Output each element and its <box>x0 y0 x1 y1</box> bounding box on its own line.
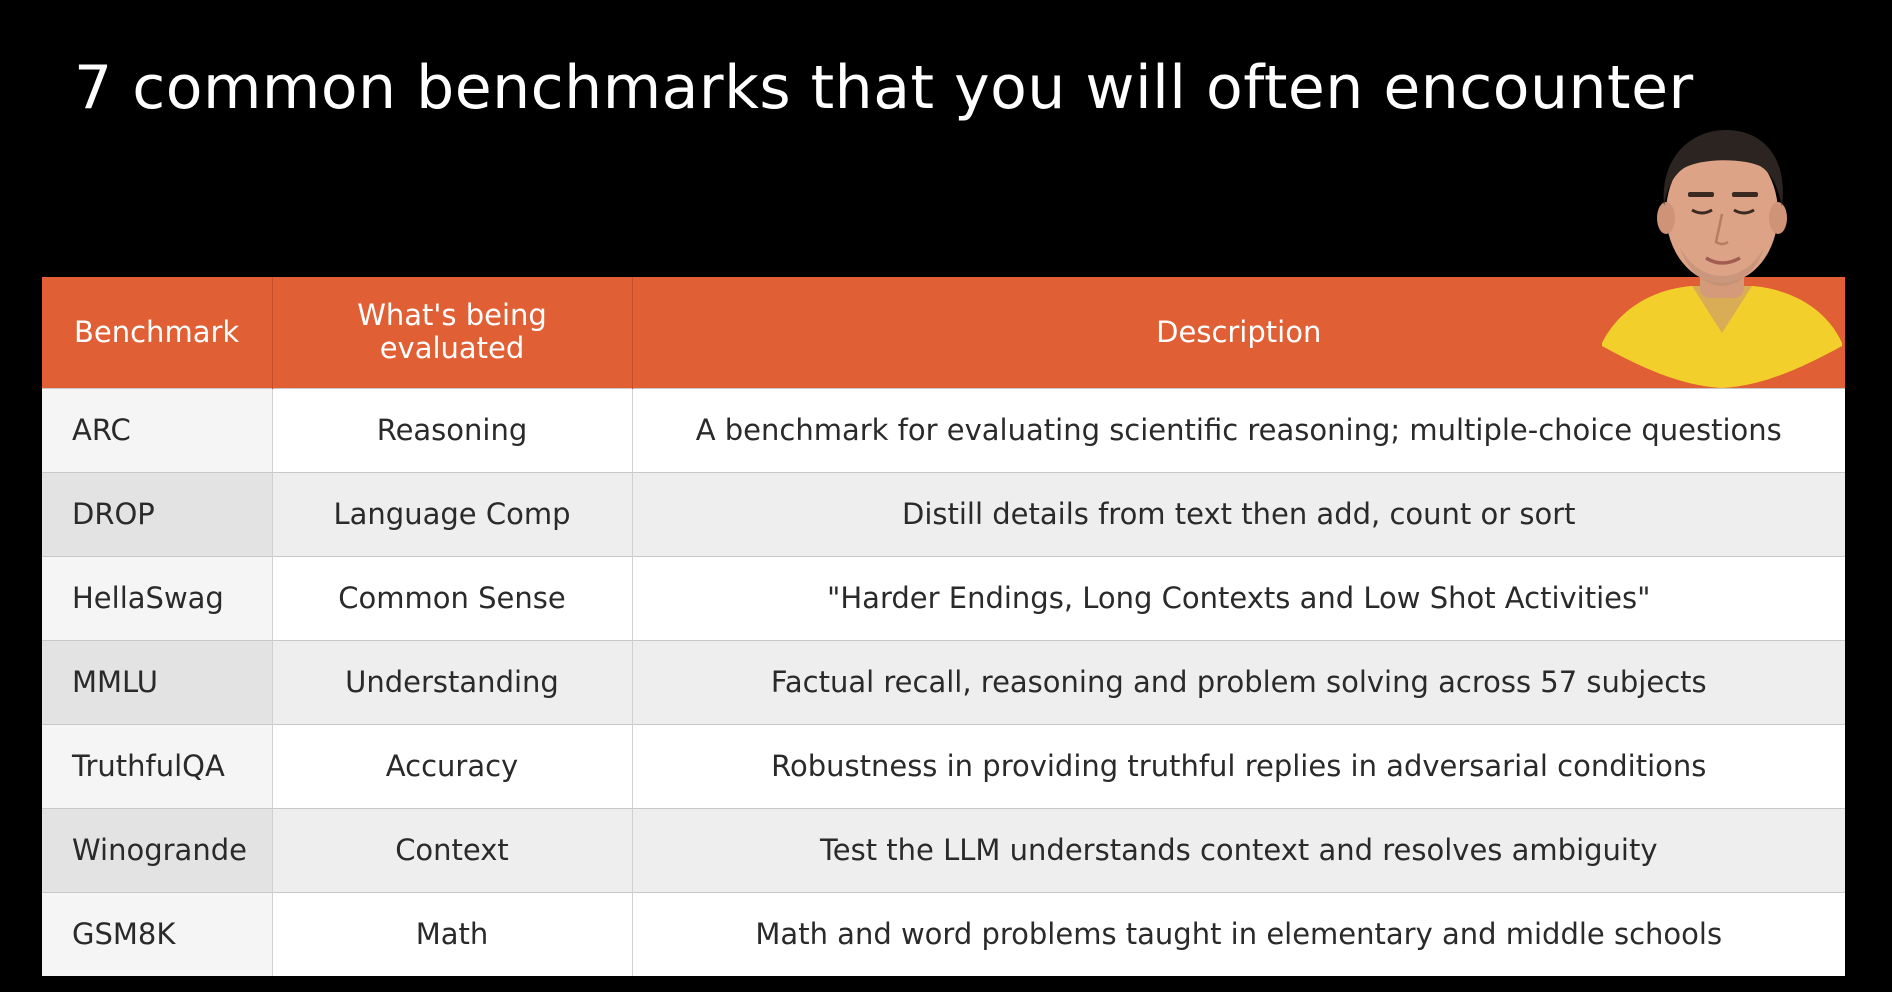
cell-description: Robustness in providing truthful replies… <box>632 723 1845 808</box>
cell-description: A benchmark for evaluating scientific re… <box>632 387 1845 472</box>
cell-benchmark: HellaSwag <box>42 555 273 640</box>
cell-description: Math and word problems taught in element… <box>632 891 1845 976</box>
cell-benchmark: TruthfulQA <box>42 723 273 808</box>
cell-evaluated: Accuracy <box>272 723 633 808</box>
cell-description: Distill details from text then add, coun… <box>632 471 1845 556</box>
cell-evaluated: Common Sense <box>272 555 633 640</box>
table-row: DROP Language Comp Distill details from … <box>42 471 1845 556</box>
table-row: ARC Reasoning A benchmark for evaluating… <box>42 387 1845 472</box>
cell-evaluated: Language Comp <box>272 471 633 556</box>
cell-benchmark: Winogrande <box>42 807 273 892</box>
table-row: Winogrande Context Test the LLM understa… <box>42 807 1845 892</box>
header-evaluated: What's being evaluated <box>272 277 633 388</box>
cell-evaluated: Math <box>272 891 633 976</box>
cell-description: "Harder Endings, Long Contexts and Low S… <box>632 555 1845 640</box>
presenter-ear-right <box>1769 202 1787 234</box>
benchmark-table: Benchmark What's being evaluated Descrip… <box>42 277 1845 976</box>
presenter-brow-left <box>1688 192 1714 197</box>
table-row: GSM8K Math Math and word problems taught… <box>42 891 1845 976</box>
table-row: HellaSwag Common Sense "Harder Endings, … <box>42 555 1845 640</box>
table-header-row: Benchmark What's being evaluated Descrip… <box>42 277 1845 388</box>
slide-title: 7 common benchmarks that you will often … <box>74 53 1694 123</box>
table-row: MMLU Understanding Factual recall, reaso… <box>42 639 1845 724</box>
presenter-ear-left <box>1657 202 1675 234</box>
cell-evaluated: Context <box>272 807 633 892</box>
cell-benchmark: DROP <box>42 471 273 556</box>
cell-description: Factual recall, reasoning and problem so… <box>632 639 1845 724</box>
cell-benchmark: MMLU <box>42 639 273 724</box>
presenter-brow-right <box>1732 192 1758 197</box>
cell-benchmark: ARC <box>42 387 273 472</box>
header-benchmark: Benchmark <box>42 277 273 388</box>
cell-evaluated: Understanding <box>272 639 633 724</box>
cell-evaluated: Reasoning <box>272 387 633 472</box>
presenter-webcam-icon <box>1602 130 1842 388</box>
cell-description: Test the LLM understands context and res… <box>632 807 1845 892</box>
cell-benchmark: GSM8K <box>42 891 273 976</box>
table-row: TruthfulQA Accuracy Robustness in provid… <box>42 723 1845 808</box>
